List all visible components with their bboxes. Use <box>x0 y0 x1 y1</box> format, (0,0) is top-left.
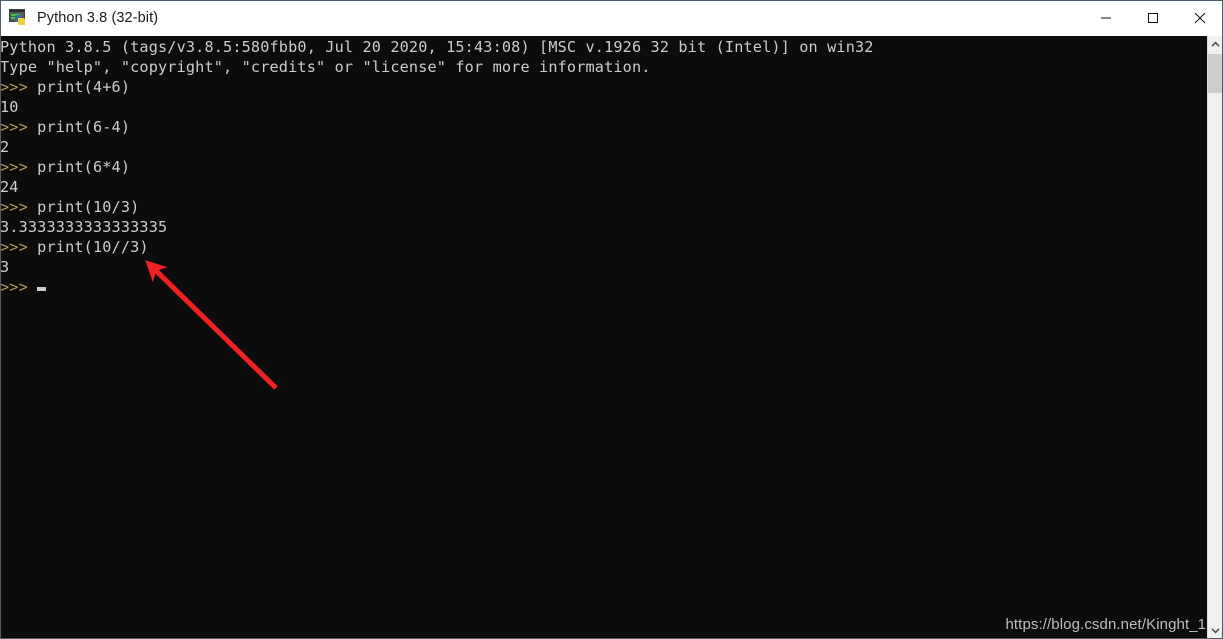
vertical-scrollbar[interactable] <box>1207 36 1223 639</box>
chevron-down-icon <box>1211 628 1220 634</box>
console-command-line: >>> print(10/3) <box>0 197 1207 217</box>
console-lines: Python 3.8.5 (tags/v3.8.5:580fbb0, Jul 2… <box>0 36 1207 297</box>
console-command-text: print(10//3) <box>27 238 149 256</box>
console-output-line: 10 <box>0 98 19 116</box>
title-bar-left: Python 3.8 (32-bit) <box>0 8 1082 28</box>
console-prompt: >>> <box>0 78 28 96</box>
python-console-window: Python 3.8 (32-bit) Python 3.8.5 (tags/v… <box>0 0 1223 639</box>
console-output-line: 3 <box>0 258 10 276</box>
minimize-icon <box>1100 17 1111 19</box>
console-command-text: print(4+6) <box>27 78 131 96</box>
window-controls <box>1082 0 1223 36</box>
console-command-text: print(6*4) <box>27 158 131 176</box>
console-output-line: Python 3.8.5 (tags/v3.8.5:580fbb0, Jul 2… <box>0 38 874 56</box>
console-prompt: >>> <box>0 278 28 296</box>
watermark-url: https://blog.csdn.net/Kinght_123 <box>1005 616 1223 633</box>
console-command-line: >>> print(10//3) <box>0 237 1207 257</box>
maximize-icon <box>1147 13 1158 23</box>
console-output-line: 2 <box>0 138 10 156</box>
console-active-prompt-line: >>> <box>0 277 1207 297</box>
window-title: Python 3.8 (32-bit) <box>37 10 159 26</box>
python-console-icon <box>8 8 28 28</box>
scrollbar-thumb[interactable] <box>1208 54 1223 93</box>
chevron-up-icon <box>1211 41 1220 47</box>
text-cursor <box>36 287 46 291</box>
console-command-text: print(6-4) <box>27 118 131 136</box>
console-output-line: Type "help", "copyright", "credits" or "… <box>0 58 651 76</box>
console-command-line: >>> print(4+6) <box>0 77 1207 97</box>
console-prompt: >>> <box>0 118 28 136</box>
console-prompt: >>> <box>0 198 28 216</box>
console-output-line: 24 <box>0 178 19 196</box>
console-prompt: >>> <box>0 238 28 256</box>
close-button[interactable] <box>1176 0 1223 36</box>
maximize-button[interactable] <box>1129 0 1176 36</box>
console-output-line: 3.3333333333333335 <box>0 218 168 236</box>
scroll-up-button[interactable] <box>1208 36 1223 53</box>
scroll-down-button[interactable] <box>1208 622 1223 639</box>
console-command-text: print(10/3) <box>27 198 140 216</box>
console-command-line: >>> print(6-4) <box>0 117 1207 137</box>
minimize-button[interactable] <box>1082 0 1129 36</box>
close-icon <box>1194 12 1205 24</box>
console-prompt: >>> <box>0 158 28 176</box>
console-output-area[interactable]: Python 3.8.5 (tags/v3.8.5:580fbb0, Jul 2… <box>0 36 1207 639</box>
title-bar: Python 3.8 (32-bit) <box>0 0 1223 37</box>
console-command-line: >>> print(6*4) <box>0 157 1207 177</box>
